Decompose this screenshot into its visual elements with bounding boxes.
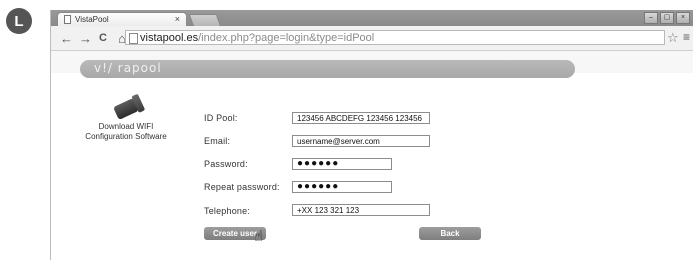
id-pool-field[interactable]: 123456 ABCDEFG 123456 123456 [292, 112, 430, 124]
telephone-label: Telephone: [204, 206, 251, 216]
forward-arrow-icon[interactable]: → [79, 31, 92, 46]
url-host: vistapool.es [140, 31, 199, 44]
page-icon [64, 15, 71, 24]
hand-cursor-icon: ☝ [254, 228, 264, 245]
repeat-password-label: Repeat password: [204, 182, 280, 192]
address-bar[interactable]: vistapool.es/index.php?page=login&type=i… [125, 30, 665, 45]
bookmark-star-icon[interactable]: ☆ [667, 30, 679, 46]
repeat-password-field[interactable]: ●●●●●● [292, 181, 392, 193]
flashlight-icon [113, 98, 139, 120]
download-software-link[interactable]: Download WIFI Configuration Software [76, 98, 176, 142]
minimize-button[interactable]: – [644, 12, 658, 24]
download-line1: Download WIFI [98, 122, 154, 131]
brand-header-bar: v!/ rapool [80, 60, 575, 78]
step-badge: L [6, 8, 32, 34]
window-controls: – ▢ × [644, 12, 690, 24]
close-window-button[interactable]: × [676, 12, 690, 24]
page-icon [129, 33, 138, 44]
close-tab-icon[interactable]: × [175, 14, 180, 24]
tab-strip: VistaPool × – ▢ × [51, 10, 693, 27]
email-label: Email: [204, 136, 231, 146]
email-field[interactable]: username@server.com [292, 135, 430, 147]
id-pool-label: ID Pool: [204, 113, 238, 123]
vistapool-logo: v!/ rapool [94, 61, 162, 75]
telephone-field[interactable]: +XX 123 321 123 [292, 204, 430, 216]
back-button[interactable]: Back [419, 227, 481, 240]
download-line2: Configuration Software [85, 132, 167, 141]
browser-toolbar: ← → C ⌂ vistapool.es/index.php?page=logi… [51, 26, 693, 51]
menu-icon[interactable]: ≡ [683, 30, 690, 44]
url-path: /index.php?page=login&type=idPool [198, 31, 375, 44]
tab-vistapool[interactable]: VistaPool × [57, 12, 187, 26]
reload-icon[interactable]: C [98, 32, 108, 44]
back-arrow-icon[interactable]: ← [60, 31, 73, 46]
maximize-button[interactable]: ▢ [660, 12, 674, 24]
password-field[interactable]: ●●●●●● [292, 158, 392, 170]
password-label: Password: [204, 159, 248, 169]
tab-title: VistaPool [75, 15, 109, 24]
